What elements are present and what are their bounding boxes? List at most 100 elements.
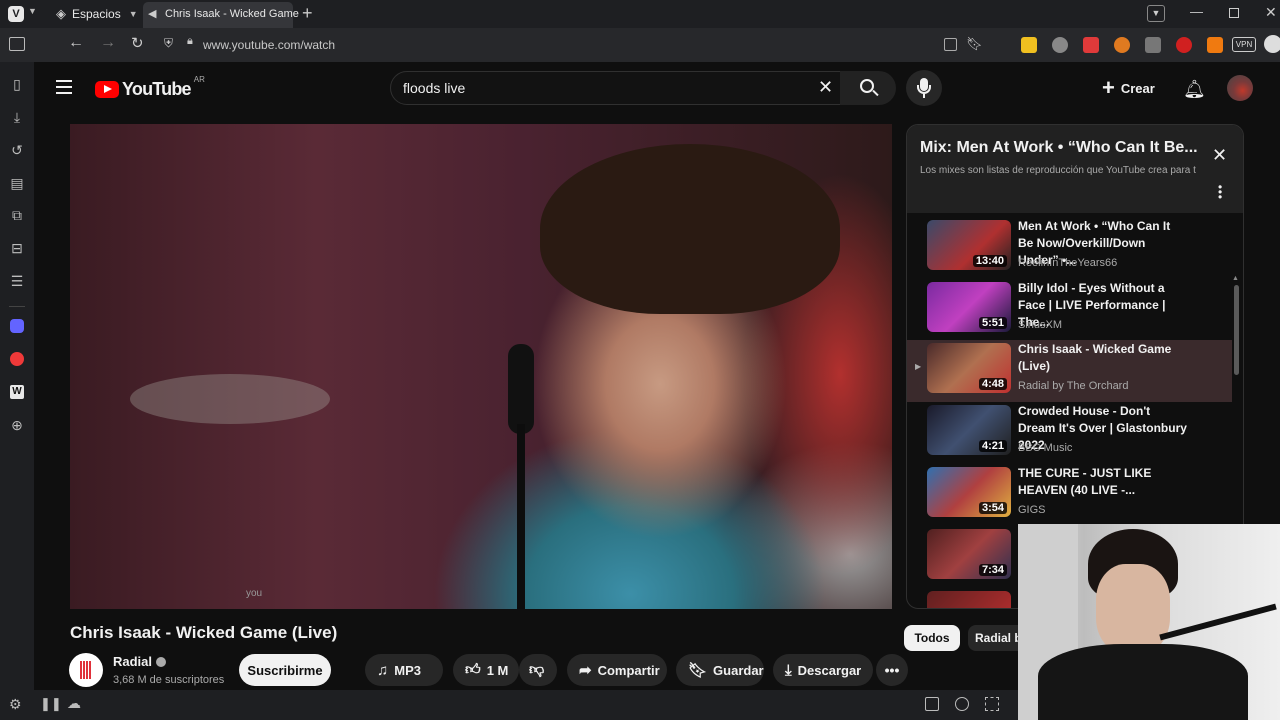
mastodon-icon[interactable]: [10, 319, 24, 333]
playlist-item-active[interactable]: ▶ 4:48 Chris Isaak - Wicked Game (Live) …: [907, 340, 1232, 402]
more-vertical-icon[interactable]: • • •: [1218, 181, 1222, 203]
create-button[interactable]: + Crear: [1102, 77, 1155, 99]
panel-toggle-icon[interactable]: [9, 37, 25, 51]
play-logo-icon: [95, 81, 119, 98]
webcam-mic-arm-shape: [1159, 603, 1277, 641]
duration-badge: 3:54: [978, 502, 1007, 514]
like-count: 1 M: [486, 662, 509, 678]
capture-icon[interactable]: [925, 697, 939, 711]
download-button[interactable]: ⤓ Descargar: [773, 654, 873, 686]
subscriber-count: 3,68 M de suscriptores: [113, 674, 225, 686]
like-button[interactable]: 👍︎ 1 M: [453, 654, 519, 686]
download-label: Descargar: [797, 662, 862, 678]
shield-icon[interactable]: ⛨: [164, 36, 173, 51]
new-tab-icon[interactable]: +: [302, 3, 313, 24]
tile-panels-icon[interactable]: ❚❚: [40, 696, 62, 712]
vivaldi-icon[interactable]: [10, 352, 24, 366]
window-icon[interactable]: ⊟: [9, 240, 25, 256]
restore-icon[interactable]: [1229, 8, 1239, 18]
youtube-logo[interactable]: YouTube AR: [95, 75, 205, 100]
account-avatar[interactable]: [1227, 75, 1253, 101]
playlist-item[interactable]: 3:54 THE CURE - JUST LIKE HEAVEN (40 LIV…: [907, 464, 1232, 526]
duration-badge: 13:40: [972, 255, 1007, 267]
clear-search-icon[interactable]: ✕: [818, 77, 833, 98]
chip-radial-label: Radial b: [975, 631, 1022, 645]
chevron-down-icon: ▼: [128, 9, 138, 19]
playlist-item[interactable]: 4:21 Crowded House - Don't Dream It's Ov…: [907, 402, 1232, 464]
mp3-button[interactable]: ♫ MP3: [365, 654, 443, 686]
workspaces-button[interactable]: ◈ Espacios ▼: [56, 6, 138, 22]
search-button[interactable]: [840, 71, 896, 105]
dislike-button[interactable]: 👎︎: [519, 654, 557, 686]
extension-emoji-icon[interactable]: [1021, 37, 1037, 53]
add-panel-icon[interactable]: ⊕: [9, 417, 25, 433]
extension-play-icon[interactable]: [1207, 37, 1223, 53]
playlist-title[interactable]: Mix: Men At Work • “Who Can It Be...: [920, 139, 1198, 157]
menu-icon[interactable]: [56, 80, 72, 94]
duration-badge: 4:21: [978, 440, 1007, 452]
chip-all[interactable]: Todos: [904, 625, 960, 651]
share-button[interactable]: ➦ Compartir: [567, 654, 667, 686]
history-icon[interactable]: ↺: [9, 142, 25, 158]
reading-list-icon[interactable]: ☰: [9, 273, 25, 289]
playlist-item[interactable]: 13:40 Men At Work • “Who Can It Be Now/O…: [907, 217, 1232, 279]
playlist-item-title: Chris Isaak - Wicked Game (Live): [1018, 342, 1172, 373]
logo-text: YouTube: [122, 79, 192, 99]
profile-avatar[interactable]: [1264, 35, 1280, 53]
channel-name-row[interactable]: Radial: [113, 654, 167, 669]
window-tiling-icon[interactable]: [985, 697, 999, 711]
search-box: floods live ✕: [390, 71, 874, 105]
rss-icon[interactable]: [944, 38, 957, 51]
music-note-icon: ♫: [377, 661, 389, 679]
voice-search-button[interactable]: [906, 70, 942, 106]
extension-eye-icon[interactable]: [1052, 37, 1068, 53]
playlist-item[interactable]: 5:51 Billy Idol - Eyes Without a Face | …: [907, 279, 1232, 341]
back-icon[interactable]: ←: [68, 34, 84, 52]
downloads-icon[interactable]: ⤓: [9, 109, 25, 125]
more-actions-button[interactable]: •••: [876, 654, 908, 686]
channel-avatar[interactable]: [69, 653, 103, 687]
tabs-dropdown-icon[interactable]: ▼: [1147, 5, 1165, 22]
mp3-label: MP3: [394, 662, 421, 678]
now-playing-icon: ▶: [915, 362, 922, 371]
vivaldi-menu-icon[interactable]: V: [8, 6, 24, 22]
bookmark-icon[interactable]: 🔖︎: [966, 36, 983, 52]
chevron-down-icon[interactable]: ▼: [28, 6, 37, 16]
bookmarks-icon[interactable]: ▯: [9, 76, 25, 92]
tab-title: Chris Isaak - Wicked Game: [165, 8, 299, 20]
extension-bag-icon[interactable]: [1145, 37, 1161, 53]
workspaces-label: Espacios: [72, 7, 121, 21]
playlist-item-channel: BBC Music: [1018, 442, 1073, 454]
save-button[interactable]: 🔖︎ Guardar: [676, 654, 764, 686]
subscribe-button[interactable]: Suscribirme: [239, 654, 331, 686]
wikipedia-icon[interactable]: W: [10, 385, 24, 399]
playlist-item-channel: GIGS: [1018, 504, 1046, 516]
extension-pen-icon[interactable]: [1083, 37, 1099, 53]
notes-icon[interactable]: ▤: [9, 175, 25, 191]
cloud-sync-icon[interactable]: ☁: [67, 695, 81, 712]
close-playlist-icon[interactable]: ✕: [1212, 145, 1227, 166]
tab-active[interactable]: ◀ Chris Isaak - Wicked Game: [143, 2, 299, 28]
extension-fire-icon[interactable]: [1114, 37, 1130, 53]
search-input[interactable]: floods live: [403, 80, 465, 96]
camera-icon[interactable]: [955, 697, 969, 711]
playlist-scrollbar[interactable]: [1234, 285, 1239, 375]
video-thumbnail: 4:48: [927, 343, 1011, 393]
channel-name: Radial: [113, 654, 153, 669]
vpn-button[interactable]: VPN: [1232, 37, 1256, 52]
forward-icon[interactable]: →: [100, 34, 116, 52]
layers-icon: ◈: [56, 6, 66, 21]
notifications-bell-icon[interactable]: 🔔︎: [1183, 79, 1206, 100]
scroll-up-icon[interactable]: ▲: [1232, 275, 1239, 282]
video-thumbnail: 5:51: [927, 282, 1011, 332]
extension-record-icon[interactable]: [1176, 37, 1192, 53]
chip-all-label: Todos: [914, 631, 950, 645]
browser-tab-bar: V ▼ ◈ Espacios ▼ ◀ Chris Isaak - Wicked …: [0, 0, 1280, 28]
video-player[interactable]: you: [70, 124, 892, 609]
translate-icon[interactable]: ⧉: [9, 207, 25, 223]
minimize-icon[interactable]: —: [1190, 4, 1203, 19]
close-icon[interactable]: ✕: [1265, 4, 1277, 21]
reload-icon[interactable]: ↻: [131, 34, 144, 52]
settings-gear-icon[interactable]: ⚙: [9, 696, 22, 713]
url-field[interactable]: www.youtube.com/watch: [203, 38, 335, 52]
